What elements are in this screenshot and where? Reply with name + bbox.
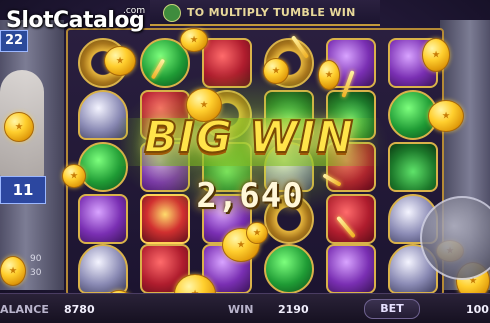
symbol-purple-gem bbox=[326, 244, 376, 294]
coin-icon bbox=[422, 38, 450, 72]
win-value: 2190 bbox=[278, 303, 309, 316]
big-win-title: BIG WIN bbox=[143, 111, 355, 164]
multiplier-icon bbox=[163, 4, 181, 22]
symbol-green-orb bbox=[264, 244, 314, 294]
coin-icon bbox=[246, 222, 268, 244]
coin-icon bbox=[4, 112, 34, 142]
bet-button[interactable]: BET bbox=[364, 299, 420, 319]
watermark-suffix: .com bbox=[123, 6, 146, 16]
side-value-b: 30 bbox=[30, 268, 42, 278]
coin-icon bbox=[104, 46, 136, 76]
side-value-a: 90 bbox=[30, 254, 42, 264]
coin-icon bbox=[428, 100, 464, 132]
coin-icon bbox=[180, 28, 208, 52]
side-badge-mid: 11 bbox=[0, 176, 46, 204]
coin-icon bbox=[0, 256, 26, 286]
game-stage: TO MULTIPLY TUMBLE WIN 22 11 90 30 BIG W… bbox=[0, 0, 490, 323]
symbol-green-triangle bbox=[388, 142, 438, 192]
balance-label: ALANCE bbox=[0, 303, 49, 316]
coin-icon bbox=[318, 60, 340, 90]
big-win-amount: 2,640 bbox=[196, 176, 304, 216]
balance-value: 8780 bbox=[64, 303, 95, 316]
side-badge-top: 22 bbox=[0, 30, 28, 52]
coin-icon bbox=[62, 164, 86, 188]
coin-icon bbox=[186, 88, 222, 122]
symbol-goblet bbox=[78, 244, 128, 294]
coin-icon bbox=[263, 58, 289, 84]
bet-value: 100 bbox=[466, 303, 489, 316]
banner-text: TO MULTIPLY TUMBLE WIN bbox=[187, 6, 356, 19]
win-label: WIN bbox=[228, 303, 254, 316]
